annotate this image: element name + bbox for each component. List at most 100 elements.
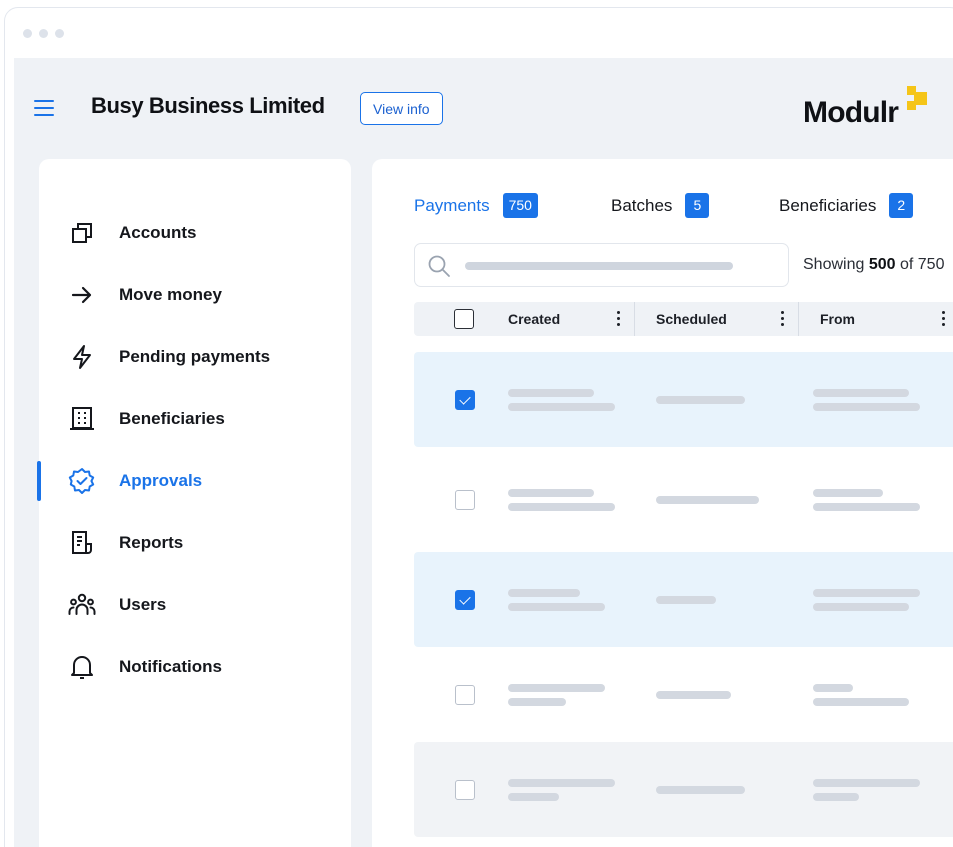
cell-skeleton bbox=[656, 496, 759, 504]
cell-skeleton bbox=[508, 403, 615, 411]
sidebar-item-label: Users bbox=[119, 595, 167, 614]
count-badge: 5 bbox=[685, 193, 710, 218]
cell-skeleton bbox=[508, 779, 615, 787]
window-controls bbox=[23, 29, 64, 38]
sidebar-item-pending-payments[interactable]: Pending payments bbox=[39, 335, 351, 379]
window-dot[interactable] bbox=[23, 29, 32, 38]
sidebar-item-approvals[interactable]: Approvals bbox=[37, 459, 351, 503]
sidebar-item-reports[interactable]: Reports bbox=[39, 521, 351, 565]
column-header-scheduled[interactable]: Scheduled bbox=[656, 302, 727, 336]
report-icon bbox=[67, 528, 97, 558]
window-dot[interactable] bbox=[39, 29, 48, 38]
column-header-created[interactable]: Created bbox=[508, 302, 560, 336]
active-indicator bbox=[37, 461, 41, 501]
select-all-checkbox[interactable] bbox=[454, 309, 474, 329]
browser-window: Busy Business Limited View info Modulr A… bbox=[4, 7, 953, 847]
cell-skeleton bbox=[508, 589, 580, 597]
arrow-right-icon bbox=[67, 280, 97, 310]
cell-skeleton bbox=[813, 779, 920, 787]
cell-skeleton bbox=[813, 684, 853, 692]
column-header-from[interactable]: From bbox=[820, 302, 855, 336]
tab-label: Batches bbox=[611, 195, 673, 215]
cell-skeleton bbox=[656, 596, 716, 604]
sidebar-item-users[interactable]: Users bbox=[39, 583, 351, 627]
showing-total: 750 bbox=[917, 256, 945, 273]
cell-skeleton bbox=[508, 503, 615, 511]
showing-of: of bbox=[899, 256, 914, 273]
app-container: Busy Business Limited View info Modulr A… bbox=[14, 58, 953, 847]
menu-icon[interactable] bbox=[34, 100, 54, 116]
sidebar-item-notifications[interactable]: Notifications bbox=[39, 645, 351, 689]
count-badge: 2 bbox=[889, 193, 914, 218]
showing-count: 500 bbox=[868, 256, 896, 273]
row-checkbox[interactable] bbox=[455, 390, 475, 410]
tab-label: Payments bbox=[414, 195, 490, 215]
sidebar-item-move-money[interactable]: Move money bbox=[39, 273, 351, 317]
search-placeholder-skeleton bbox=[465, 262, 733, 270]
main-panel: Payments 750 Batches 5 Beneficiaries 2 S… bbox=[372, 159, 953, 847]
column-menu-icon[interactable] bbox=[617, 311, 621, 327]
column-divider[interactable] bbox=[634, 302, 635, 336]
tab-label: Beneficiaries bbox=[779, 195, 877, 215]
tab-beneficiaries[interactable]: Beneficiaries 2 bbox=[779, 193, 914, 218]
table-row[interactable] bbox=[414, 452, 953, 547]
sidebar-item-accounts[interactable]: Accounts bbox=[39, 211, 351, 255]
verified-badge-icon bbox=[67, 466, 97, 496]
cell-skeleton bbox=[508, 793, 559, 801]
column-divider[interactable] bbox=[798, 302, 799, 336]
column-menu-icon[interactable] bbox=[781, 311, 785, 327]
building-icon bbox=[67, 404, 97, 434]
count-badge: 750 bbox=[502, 193, 538, 218]
cell-skeleton bbox=[508, 684, 605, 692]
cell-skeleton bbox=[508, 603, 605, 611]
cell-skeleton bbox=[813, 589, 920, 597]
cell-skeleton bbox=[813, 603, 909, 611]
modulr-logo: Modulr bbox=[803, 80, 953, 130]
sidebar-item-label: Accounts bbox=[119, 223, 197, 242]
company-name: Busy Business Limited bbox=[91, 93, 325, 118]
row-checkbox[interactable] bbox=[455, 685, 475, 705]
sidebar-item-label: Reports bbox=[119, 533, 184, 552]
showing-prefix: Showing bbox=[803, 256, 865, 273]
cell-skeleton bbox=[813, 489, 883, 497]
tab-batches[interactable]: Batches 5 bbox=[611, 193, 710, 218]
cell-skeleton bbox=[508, 489, 594, 497]
sidebar-item-label: Beneficiaries bbox=[119, 409, 225, 428]
row-checkbox[interactable] bbox=[455, 590, 475, 610]
cell-skeleton bbox=[656, 396, 745, 404]
cell-skeleton bbox=[508, 389, 594, 397]
sidebar-item-label: Pending payments bbox=[119, 347, 271, 366]
row-checkbox[interactable] bbox=[455, 780, 475, 800]
row-checkbox[interactable] bbox=[455, 490, 475, 510]
table-row[interactable] bbox=[414, 552, 953, 647]
cell-skeleton bbox=[813, 403, 920, 411]
table-header: Created Scheduled From bbox=[414, 302, 953, 336]
search-icon bbox=[427, 254, 451, 278]
sidebar-item-label: Move money bbox=[119, 285, 222, 304]
window-dot[interactable] bbox=[55, 29, 64, 38]
cell-skeleton bbox=[813, 503, 920, 511]
cell-skeleton bbox=[813, 698, 909, 706]
table-row[interactable] bbox=[414, 742, 953, 837]
cell-skeleton bbox=[656, 691, 731, 699]
view-info-button[interactable]: View info bbox=[360, 92, 443, 125]
table-row[interactable] bbox=[414, 352, 953, 447]
cell-skeleton bbox=[813, 793, 859, 801]
cell-skeleton bbox=[813, 389, 909, 397]
sidebar-item-label: Notifications bbox=[119, 657, 222, 676]
sidebar-item-beneficiaries[interactable]: Beneficiaries bbox=[39, 397, 351, 441]
search-input[interactable] bbox=[414, 243, 789, 287]
column-menu-icon[interactable] bbox=[942, 311, 946, 327]
cell-skeleton bbox=[656, 786, 745, 794]
cell-skeleton bbox=[508, 698, 566, 706]
users-icon bbox=[67, 590, 97, 620]
sidebar: Accounts Move money Pending payments Ben… bbox=[37, 159, 351, 847]
tab-payments[interactable]: Payments 750 bbox=[414, 193, 538, 218]
logo-text: Modulr bbox=[803, 96, 899, 129]
results-count: Showing 500 of 750 bbox=[803, 256, 944, 274]
table-row[interactable] bbox=[414, 647, 953, 742]
sidebar-item-label: Approvals bbox=[119, 471, 203, 490]
bell-icon bbox=[67, 652, 97, 682]
accounts-icon bbox=[67, 218, 97, 248]
lightning-icon bbox=[67, 342, 97, 372]
